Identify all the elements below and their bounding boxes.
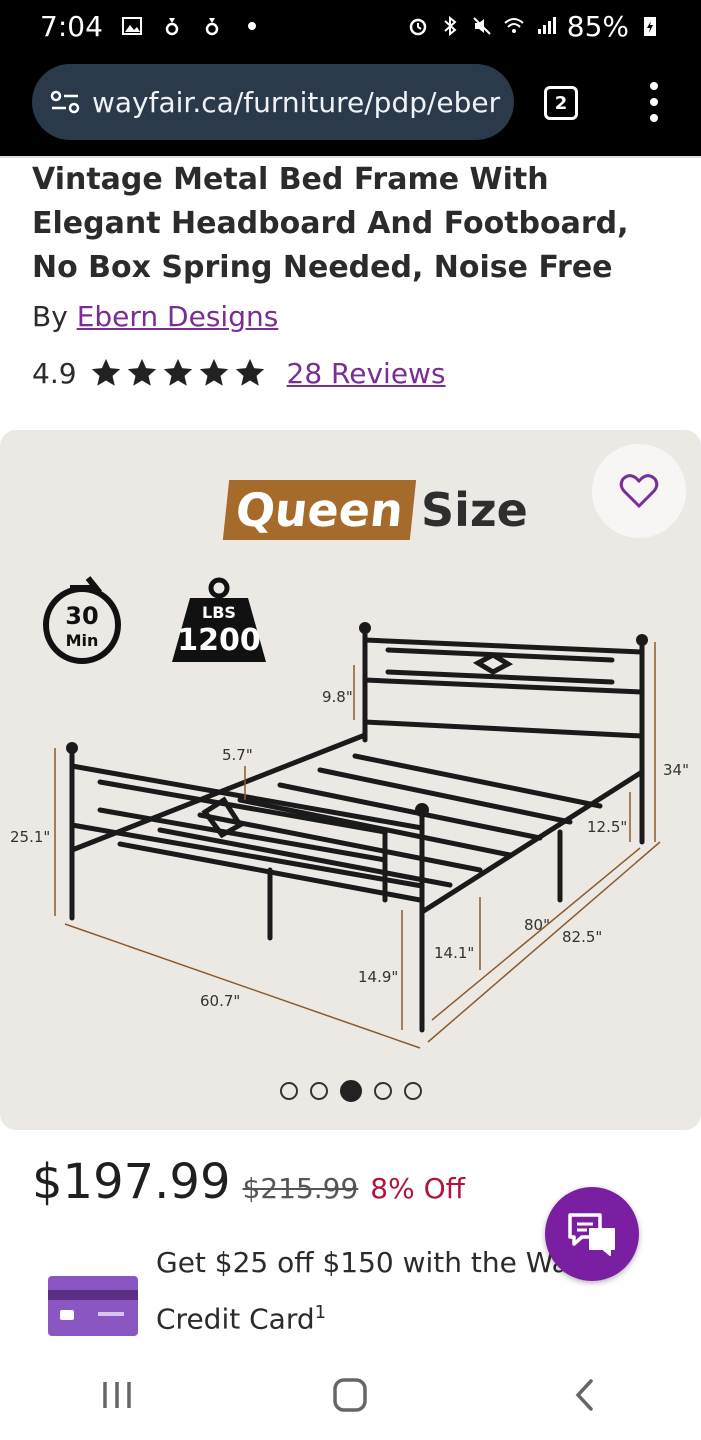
browser-toolbar: wayfair.ca/furniture/pdp/eber 2 — [0, 52, 701, 156]
home-icon — [333, 1378, 368, 1412]
promo-text: Get $25 off $150 with the Wa Credit Card… — [156, 1238, 569, 1344]
dim-clearance-a: 14.1" — [434, 944, 474, 962]
dim-inner-length: 80" — [524, 916, 550, 934]
alarm-icon — [409, 18, 427, 36]
credit-card-icon — [48, 1276, 138, 1336]
promo-line-1: Get $25 off $150 with the Wa — [156, 1246, 569, 1279]
home-button[interactable] — [320, 1365, 380, 1425]
site-settings-icon[interactable] — [50, 89, 80, 115]
brand-link[interactable]: Ebern Designs — [77, 300, 279, 333]
rating-value: 4.9 — [32, 356, 77, 390]
battery-percent: 85% — [566, 9, 629, 43]
carousel-dot-active[interactable] — [339, 1080, 362, 1102]
notification-icon — [165, 18, 179, 36]
dim-clearance-b: 14.9" — [358, 968, 398, 986]
weight-unit: LBS — [202, 603, 236, 622]
dim-footboard-gap: 5.7" — [222, 746, 253, 764]
notification-icon — [205, 18, 219, 36]
back-icon — [575, 1379, 593, 1411]
dim-width: 60.7" — [200, 992, 240, 1010]
assembly-minutes: 30 — [65, 602, 98, 630]
gallery-notification-icon — [121, 17, 142, 35]
android-nav-bar — [0, 1350, 701, 1440]
discount-label: 8% Off — [370, 1172, 465, 1205]
reviews-link[interactable]: 28 Reviews — [287, 357, 446, 390]
weight-capacity-icon: LBS 1200 — [172, 577, 266, 662]
status-bar: 7:04 85% — [0, 0, 701, 52]
original-price: $215.99 — [242, 1172, 359, 1205]
carousel-dot[interactable] — [309, 1082, 328, 1100]
wifi-icon — [504, 18, 524, 33]
dim-headboard-gap: 9.8" — [322, 688, 353, 706]
product-image-carousel[interactable]: Queen Size 30 Min LBS 1200 9.8" 5.7" 34"… — [0, 430, 701, 1130]
signal-icon — [537, 17, 556, 34]
carousel-indicator — [0, 1080, 701, 1102]
star-icon — [91, 358, 120, 386]
carousel-dot[interactable] — [373, 1082, 392, 1100]
url-bar[interactable]: wayfair.ca/furniture/pdp/eber — [32, 64, 514, 140]
star-icon — [199, 358, 228, 386]
back-button[interactable] — [554, 1365, 614, 1425]
byline: By Ebern Designs — [32, 300, 278, 333]
carousel-dot[interactable] — [403, 1082, 422, 1100]
heart-icon — [619, 474, 659, 509]
assembly-time-icon: 30 Min — [43, 576, 121, 664]
weight-capacity: 1200 — [177, 623, 261, 658]
sale-price: $197.99 — [32, 1154, 231, 1210]
promo-line-2: Credit Card1 — [156, 1302, 327, 1336]
dim-headboard-height: 34" — [663, 761, 689, 779]
price-row: $197.99 $215.99 8% Off — [32, 1154, 465, 1210]
assembly-unit: Min — [66, 631, 99, 650]
chat-icon — [568, 1213, 615, 1256]
url-text[interactable]: wayfair.ca/furniture/pdp/eber — [92, 86, 500, 119]
browser-menu-button[interactable] — [646, 82, 662, 122]
mute-icon — [473, 17, 491, 35]
carousel-dot[interactable] — [279, 1082, 298, 1100]
product-title: Vintage Metal Bed Frame With Elegant Hea… — [32, 162, 629, 285]
favorite-button[interactable] — [592, 444, 686, 538]
dim-slat-height: 12.5" — [587, 818, 627, 836]
rating-row: 4.9 28 Reviews — [32, 356, 446, 390]
star-icon — [127, 358, 156, 386]
star-icon — [163, 358, 192, 386]
recent-apps-icon — [103, 1382, 131, 1408]
recent-apps-button[interactable] — [87, 1365, 147, 1425]
more-notifications-icon — [247, 22, 256, 30]
tabs-button[interactable]: 2 — [544, 86, 578, 120]
chat-button[interactable] — [545, 1187, 639, 1281]
bluetooth-icon — [444, 15, 457, 37]
bed-frame-illustration: 30 Min LBS 1200 9.8" 5.7" 34" 25.1" 12.5… — [10, 576, 689, 1049]
promo-footnote: 1 — [314, 1302, 327, 1323]
by-label: By — [32, 300, 68, 333]
battery-icon — [644, 17, 656, 36]
star-icon — [235, 358, 264, 386]
dim-footboard-height: 25.1" — [10, 828, 50, 846]
status-time: 7:04 — [40, 9, 103, 43]
star-rating — [89, 356, 267, 390]
dim-outer-length: 82.5" — [562, 928, 602, 946]
